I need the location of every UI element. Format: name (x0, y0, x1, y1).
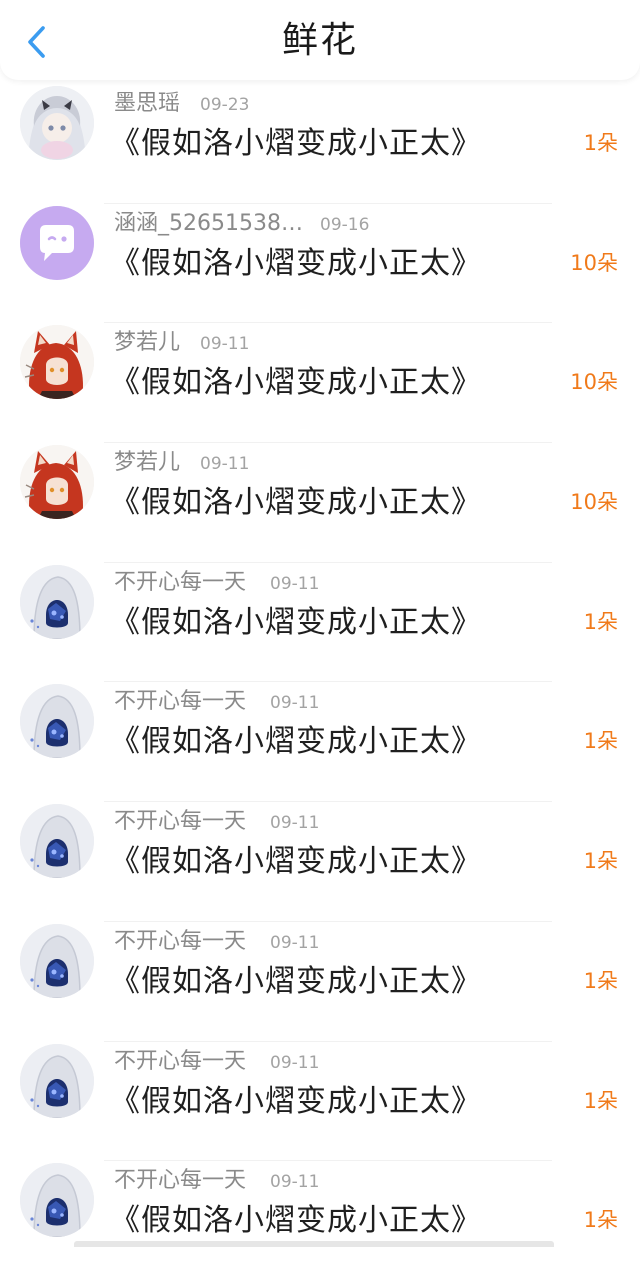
record-date: 09-11 (270, 693, 320, 714)
avatar[interactable] (20, 564, 94, 639)
list-item[interactable]: 不开心每一天 09-11 《假如洛小熠变成小正太》 1朵 (0, 563, 640, 683)
user-name[interactable]: 不开心每一天 (114, 1167, 246, 1195)
hooded-figure-avatar-image (20, 564, 94, 639)
list-item[interactable]: 梦若儿 09-11 《假如洛小熠变成小正太》 10朵 (0, 443, 640, 563)
list-item[interactable]: 梦若儿 09-11 《假如洛小熠变成小正太》 10朵 (0, 323, 640, 444)
record-date: 09-11 (200, 454, 250, 475)
user-name[interactable]: 梦若儿 (114, 329, 180, 357)
avatar[interactable] (20, 804, 94, 879)
anime-girl-avatar-image (20, 86, 94, 160)
flower-count: 1朵 (583, 131, 618, 155)
flower-count: 1朵 (583, 1208, 618, 1233)
avatar[interactable] (20, 205, 94, 280)
record-date: 09-11 (270, 932, 320, 953)
hooded-figure-avatar-image (20, 684, 94, 759)
record-date: 09-23 (200, 95, 250, 115)
book-title[interactable]: 《假如洛小熠变成小正太》 (110, 483, 482, 523)
list-item[interactable]: 不开心每一天 09-11 《假如洛小熠变成小正太》 1朵 (0, 922, 640, 1042)
avatar[interactable] (20, 445, 94, 520)
book-title[interactable]: 《假如洛小熠变成小正太》 (110, 1082, 482, 1122)
book-title[interactable]: 《假如洛小熠变成小正太》 (110, 842, 482, 882)
flower-count: 1朵 (583, 849, 618, 874)
flower-count: 1朵 (583, 1088, 618, 1113)
hooded-figure-avatar-image (20, 804, 94, 879)
book-title[interactable]: 《假如洛小熠变成小正太》 (110, 722, 482, 762)
record-date: 09-16 (320, 214, 370, 235)
book-title[interactable]: 《假如洛小熠变成小正太》 (110, 363, 482, 403)
book-title[interactable]: 《假如洛小熠变成小正太》 (110, 603, 482, 643)
flower-count: 1朵 (583, 729, 618, 754)
avatar[interactable] (20, 1163, 94, 1238)
user-name[interactable]: 不开心每一天 (114, 928, 246, 956)
flower-count: 10朵 (570, 250, 618, 275)
hooded-figure-avatar-image (20, 1043, 94, 1118)
flower-count: 10朵 (570, 490, 618, 515)
user-name[interactable]: 不开心每一天 (114, 808, 246, 836)
book-title[interactable]: 《假如洛小熠变成小正太》 (110, 124, 482, 164)
record-date: 09-11 (200, 334, 250, 355)
avatar[interactable] (20, 684, 94, 759)
list-item[interactable]: 不开心每一天 09-11 《假如洛小熠变成小正太》 1朵 (0, 682, 640, 803)
user-name[interactable]: 不开心每一天 (114, 688, 246, 716)
avatar[interactable] (20, 325, 94, 400)
hooded-figure-avatar-image (20, 923, 94, 998)
red-hair-avatar-image (20, 445, 94, 520)
record-date: 09-11 (270, 1172, 320, 1193)
flower-record-list: 墨思瑶 09-23 《假如洛小熠变成小正太》 1朵 涵涵_52651538… 0… (0, 84, 640, 1281)
avatar[interactable] (20, 1043, 94, 1118)
top-bar: 鲜花 (0, 0, 640, 80)
record-date: 09-11 (270, 573, 320, 594)
list-item[interactable]: 不开心每一天 09-11 《假如洛小熠变成小正太》 1朵 (0, 802, 640, 922)
list-item[interactable]: 涵涵_52651538… 09-16 《假如洛小熠变成小正太》 10朵 (0, 204, 640, 324)
record-date: 09-11 (270, 1052, 320, 1073)
book-title[interactable]: 《假如洛小熠变成小正太》 (110, 962, 482, 1002)
red-hair-avatar-image (20, 325, 94, 400)
book-title[interactable]: 《假如洛小熠变成小正太》 (110, 1201, 482, 1241)
flower-count: 10朵 (570, 370, 618, 395)
user-name[interactable]: 不开心每一天 (114, 1048, 246, 1076)
record-date: 09-11 (270, 813, 320, 834)
avatar[interactable] (20, 923, 94, 998)
scroll-indicator (74, 1241, 554, 1247)
list-item[interactable]: 墨思瑶 09-23 《假如洛小熠变成小正太》 1朵 (0, 84, 640, 204)
user-name[interactable]: 墨思瑶 (114, 90, 180, 118)
user-name[interactable]: 不开心每一天 (114, 569, 246, 597)
list-item[interactable]: 不开心每一天 09-11 《假如洛小熠变成小正太》 1朵 (0, 1042, 640, 1162)
avatar[interactable] (20, 86, 94, 160)
flower-count: 1朵 (583, 968, 618, 993)
list-item[interactable]: 不开心每一天 09-11 《假如洛小熠变成小正太》 1朵 (0, 1161, 640, 1281)
flower-count: 1朵 (583, 609, 618, 634)
hooded-figure-avatar-image (20, 1163, 94, 1238)
default-chat-avatar-image (20, 205, 94, 280)
book-title[interactable]: 《假如洛小熠变成小正太》 (110, 244, 482, 284)
user-name[interactable]: 涵涵_52651538… (114, 210, 303, 238)
page-title: 鲜花 (281, 20, 358, 61)
user-name[interactable]: 梦若儿 (114, 449, 180, 477)
